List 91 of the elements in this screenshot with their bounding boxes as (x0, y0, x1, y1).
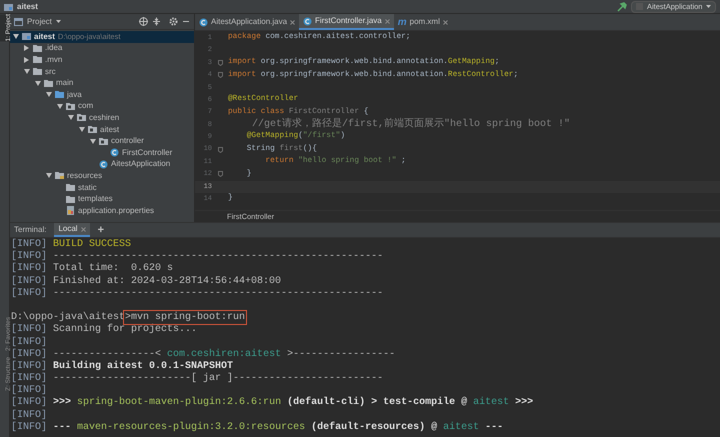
tree-item-label[interactable]: ceshiren (89, 112, 120, 124)
panel-icon (14, 18, 23, 26)
tree-row[interactable]: FirstController (10, 146, 194, 159)
terminal-line: [INFO] --- maven-resources-plugin:3.2.0:resources (default-resources) @ aitest --- (11, 422, 504, 433)
tree-item-label[interactable]: FirstController (122, 146, 172, 159)
class-icon (199, 18, 208, 26)
tree-row[interactable]: java (10, 88, 194, 101)
module-icon (4, 2, 13, 10)
tree-item-label[interactable]: templates (78, 193, 113, 206)
module-folder-icon (22, 32, 31, 42)
editor-tab[interactable]: FirstController.java (299, 14, 394, 30)
tree-item-label[interactable]: AitestApplication (111, 158, 170, 170)
tree-row[interactable]: main (10, 77, 194, 89)
class-icon (303, 16, 312, 26)
expanded-arrow-icon[interactable] (79, 127, 85, 132)
expanded-arrow-icon[interactable] (35, 80, 41, 86)
fold-marker-icon[interactable] (218, 171, 222, 178)
close-icon[interactable] (442, 20, 448, 24)
package-icon (88, 125, 97, 134)
settings-icon[interactable] (169, 17, 178, 26)
tree-row[interactable]: controller (10, 135, 194, 147)
expanded-arrow-icon[interactable] (90, 138, 96, 144)
tree-item-label[interactable]: src (45, 66, 56, 78)
editor-tab[interactable]: m pom.xml (394, 14, 452, 30)
tree-item-label[interactable]: .idea (45, 42, 62, 54)
tree-row[interactable]: templates (10, 193, 194, 205)
tree-row[interactable]: static (10, 182, 194, 194)
folder-icon (55, 171, 64, 180)
package-icon (66, 102, 75, 111)
tree-item-label[interactable]: aitest (34, 30, 55, 43)
terminal-line: [INFO] (11, 385, 48, 396)
terminal-line: [INFO] Finished at: 2024-03-28T14:56:44+08:00 (11, 276, 282, 287)
tree-item-label[interactable]: .mvn (45, 54, 62, 66)
expanded-arrow-icon[interactable] (46, 173, 52, 178)
tree-item-label[interactable]: java (67, 88, 82, 101)
tree-item-label[interactable]: static (78, 182, 97, 194)
terminal-line: [INFO] ------------------------------------------------------- (11, 288, 384, 299)
caret-icon (56, 20, 61, 23)
terminal-line: [INFO] Total time: 0.620 s (11, 263, 174, 274)
tree-item-label[interactable]: resources (67, 170, 102, 182)
terminal-label: Terminal: (14, 224, 46, 236)
expanded-arrow-icon[interactable] (57, 104, 63, 109)
tree-row[interactable]: resources (10, 170, 194, 182)
tree-row[interactable]: .idea (10, 42, 194, 54)
expanded-arrow-icon[interactable] (24, 69, 30, 74)
tree-row[interactable]: ceshiren (10, 112, 194, 124)
project-view-dropdown[interactable]: Project (27, 16, 61, 28)
terminal-line: [INFO] BUILD SUCCESS (11, 239, 132, 250)
tree-item-label[interactable]: main (56, 77, 74, 90)
tree-item-label[interactable]: aitest (100, 124, 120, 136)
tree-item-label[interactable]: com (78, 100, 94, 112)
terminal-line: [INFO] (11, 410, 48, 421)
fold-marker-icon[interactable] (218, 72, 222, 78)
collapsed-arrow-icon[interactable] (24, 45, 30, 52)
window-title: aitest (17, 0, 38, 12)
locate-icon[interactable] (139, 17, 148, 26)
expanded-arrow-icon[interactable] (46, 92, 52, 98)
terminal-tab[interactable]: Local (54, 223, 90, 237)
tree-row[interactable]: application.properties (10, 204, 194, 216)
maven-icon: m (398, 14, 407, 30)
editor-tab[interactable]: AitestApplication.java (195, 14, 300, 30)
terminal-line: [INFO] -----------------------[ jar ]------------------------- (11, 373, 384, 384)
expanded-arrow-icon[interactable] (13, 34, 19, 40)
package-icon (77, 113, 86, 122)
terminal-line: [INFO] ------------------------------------------------------- (11, 251, 384, 262)
fold-marker-icon[interactable] (218, 60, 222, 66)
tree-item-label[interactable]: controller (111, 135, 144, 148)
expanded-arrow-icon[interactable] (68, 115, 74, 120)
tree-row[interactable]: src (10, 66, 194, 78)
terminal-line: [INFO] >>> spring-boot-maven-plugin:2.6.6:run (default-cli) > test-compile @ aitest >>> (11, 397, 534, 408)
terminal-line: [INFO] Scanning for projects... (11, 324, 198, 336)
terminal-line: D:\oppo-java\aitest>mvn spring-boot:run (11, 312, 246, 324)
tree-row[interactable]: .mvn (10, 54, 194, 66)
collapsed-arrow-icon[interactable] (24, 56, 30, 63)
tree-item-label[interactable]: application.properties (78, 204, 154, 217)
terminal-line: [INFO] -----------------< com.ceshiren:aitest >----------------- (11, 348, 396, 360)
fold-marker-icon[interactable] (218, 146, 222, 153)
properties-file-icon (66, 206, 75, 216)
collapse-icon[interactable] (152, 17, 161, 26)
terminal-line: [INFO] Building aitest 0.0.1-SNAPSHOT (11, 360, 234, 372)
close-icon[interactable] (290, 20, 296, 24)
caret-icon (706, 5, 712, 8)
terminal-line: [INFO] (11, 336, 48, 348)
tree-row[interactable]: com (10, 100, 194, 112)
class-icon (99, 160, 108, 169)
new-terminal-button[interactable]: + (98, 224, 104, 236)
package-icon (99, 136, 108, 146)
class-icon (110, 148, 119, 158)
code-line: //get请求，路径是/first,前端页面展示"hello spring boot !" (251, 117, 570, 131)
tree-row[interactable]: aitest (10, 124, 194, 136)
tree-row[interactable]: AitestApplication (10, 158, 194, 170)
